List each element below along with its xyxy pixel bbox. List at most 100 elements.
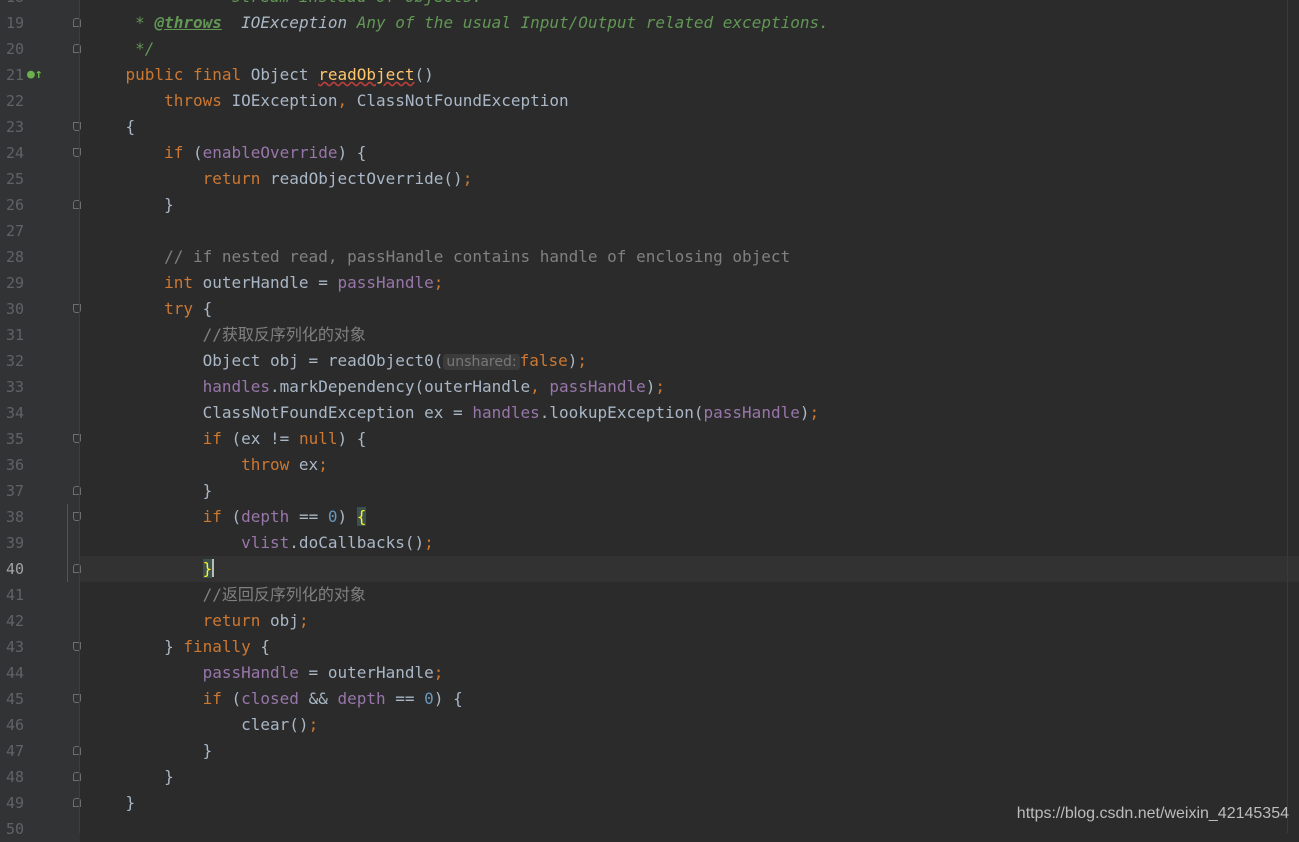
code-line[interactable]: 39 vlist.doCallbacks(); bbox=[0, 530, 1299, 556]
code-text[interactable]: if (closed && depth == 0) { bbox=[87, 686, 463, 712]
line-number: 37 bbox=[5, 482, 24, 500]
code-text[interactable]: throws IOException, ClassNotFoundExcepti… bbox=[87, 88, 569, 114]
code-text[interactable]: return obj; bbox=[87, 608, 309, 634]
line-number: 41 bbox=[5, 586, 24, 604]
code-line[interactable]: 44 passHandle = outerHandle; bbox=[0, 660, 1299, 686]
line-number: 31 bbox=[5, 326, 24, 344]
code-line[interactable]: 43 } finally { bbox=[0, 634, 1299, 660]
code-text[interactable]: return readObjectOverride(); bbox=[87, 166, 473, 192]
code-token: //返回反序列化的对象 bbox=[87, 585, 366, 604]
code-text[interactable]: clear(); bbox=[87, 712, 318, 738]
code-line[interactable]: 32 Object obj = readObject0(unshared: fal… bbox=[0, 348, 1299, 374]
code-text[interactable]: * stream instead of objects. bbox=[87, 0, 482, 10]
code-token: } bbox=[87, 637, 184, 656]
code-text[interactable]: } bbox=[87, 764, 174, 790]
code-token: passHandle bbox=[703, 403, 800, 422]
code-text[interactable]: int outerHandle = passHandle; bbox=[87, 270, 443, 296]
code-text[interactable]: if (ex != null) { bbox=[87, 426, 367, 452]
code-line[interactable]: 45 if (closed && depth == 0) { bbox=[0, 686, 1299, 712]
code-line[interactable]: 40 } bbox=[0, 556, 1299, 582]
code-text[interactable]: ClassNotFoundException ex = handles.look… bbox=[87, 400, 820, 426]
code-line[interactable]: 31 //获取反序列化的对象 bbox=[0, 322, 1299, 348]
code-token: readObject bbox=[318, 65, 415, 84]
code-line[interactable]: 35 if (ex != null) { bbox=[0, 426, 1299, 452]
code-token: ex bbox=[298, 455, 319, 474]
code-line[interactable]: 22 throws IOException, ClassNotFoundExce… bbox=[0, 88, 1299, 114]
line-number: 22 bbox=[5, 92, 24, 110]
code-token: Any of the usual Input/Output related ex… bbox=[347, 13, 829, 32]
code-token: closed bbox=[241, 689, 299, 708]
code-token: ( bbox=[231, 507, 242, 526]
code-text[interactable]: Object obj = readObject0(unshared: false)… bbox=[87, 348, 587, 375]
code-text[interactable]: if (enableOverride) { bbox=[87, 140, 366, 166]
code-line[interactable]: 38 if (depth == 0) { bbox=[0, 504, 1299, 530]
code-token: ClassNotFoundException bbox=[356, 91, 569, 110]
code-line[interactable]: 48 } bbox=[0, 764, 1299, 790]
code-text[interactable]: try { bbox=[87, 296, 212, 322]
code-line[interactable]: 19 * @throws IOException Any of the usua… bbox=[0, 10, 1299, 36]
code-text[interactable]: passHandle = outerHandle; bbox=[87, 660, 444, 686]
code-text[interactable]: * @throws IOException Any of the usual I… bbox=[87, 10, 829, 36]
line-number: 27 bbox=[5, 222, 24, 240]
line-number: 23 bbox=[5, 118, 24, 136]
code-line[interactable]: 30 try { bbox=[0, 296, 1299, 322]
code-text[interactable]: { bbox=[87, 114, 136, 140]
code-text[interactable]: } bbox=[87, 790, 136, 816]
vcs-change-marker[interactable] bbox=[67, 556, 68, 582]
vertical-scrollbar[interactable] bbox=[1287, 0, 1288, 833]
line-number: 40 bbox=[5, 560, 24, 578]
code-line[interactable]: 37 } bbox=[0, 478, 1299, 504]
vcs-change-marker[interactable] bbox=[67, 530, 68, 556]
code-text[interactable]: throw ex; bbox=[87, 452, 328, 478]
text-caret bbox=[212, 559, 215, 577]
code-token: null bbox=[298, 429, 338, 448]
code-line[interactable]: 42 return obj; bbox=[0, 608, 1299, 634]
override-method-icon[interactable]: ●↑ bbox=[27, 62, 43, 88]
code-token: public final bbox=[125, 65, 251, 84]
line-number: 35 bbox=[5, 430, 24, 448]
code-line[interactable]: 34 ClassNotFoundException ex = handles.l… bbox=[0, 400, 1299, 426]
code-text[interactable]: } bbox=[87, 738, 213, 764]
code-token: handles bbox=[472, 403, 540, 422]
code-text[interactable]: vlist.doCallbacks(); bbox=[87, 530, 434, 556]
code-line[interactable]: 18 * stream instead of objects. bbox=[0, 0, 1299, 10]
code-line[interactable]: 47 } bbox=[0, 738, 1299, 764]
line-number: 46 bbox=[5, 716, 24, 734]
code-text[interactable]: } finally { bbox=[87, 634, 270, 660]
code-line[interactable]: 41 //返回反序列化的对象 bbox=[0, 582, 1299, 608]
code-line[interactable]: 29 int outerHandle = passHandle; bbox=[0, 270, 1299, 296]
code-text[interactable]: //返回反序列化的对象 bbox=[87, 582, 366, 608]
code-text[interactable]: public final Object readObject() bbox=[87, 62, 434, 88]
code-text[interactable]: // if nested read, passHandle contains h… bbox=[87, 244, 790, 270]
code-text[interactable]: } bbox=[87, 192, 174, 218]
code-line[interactable]: 23 { bbox=[0, 114, 1299, 140]
code-line[interactable]: 26 } bbox=[0, 192, 1299, 218]
code-line[interactable]: 28 // if nested read, passHandle contain… bbox=[0, 244, 1299, 270]
code-line[interactable]: 20 */ bbox=[0, 36, 1299, 62]
code-text[interactable]: } bbox=[87, 556, 215, 582]
code-line[interactable]: 36 throw ex; bbox=[0, 452, 1299, 478]
code-line[interactable]: 27 bbox=[0, 218, 1299, 244]
code-token: ) bbox=[567, 351, 578, 370]
code-line[interactable]: 24 if (enableOverride) { bbox=[0, 140, 1299, 166]
code-line[interactable]: 33 handles.markDependency(outerHandle, p… bbox=[0, 374, 1299, 400]
code-text[interactable]: if (depth == 0) { bbox=[87, 504, 367, 530]
code-line[interactable]: 25 return readObjectOverride(); bbox=[0, 166, 1299, 192]
code-line[interactable]: 21 ●↑ public final Object readObject() bbox=[0, 62, 1299, 88]
code-token: depth bbox=[337, 689, 386, 708]
code-text[interactable]: handles.markDependency(outerHandle, pass… bbox=[87, 374, 665, 400]
code-token: ClassNotFoundException ex = bbox=[87, 403, 473, 422]
code-token: == bbox=[289, 507, 328, 526]
code-line[interactable]: 46 clear(); bbox=[0, 712, 1299, 738]
code-text[interactable]: //获取反序列化的对象 bbox=[87, 322, 366, 348]
code-editor[interactable]: 18 * stream instead of objects.19 * @thr… bbox=[0, 0, 1299, 842]
code-text[interactable]: */ bbox=[87, 36, 154, 62]
code-text[interactable]: } bbox=[87, 478, 213, 504]
vcs-change-marker[interactable] bbox=[67, 504, 68, 530]
line-number: 32 bbox=[5, 352, 24, 370]
